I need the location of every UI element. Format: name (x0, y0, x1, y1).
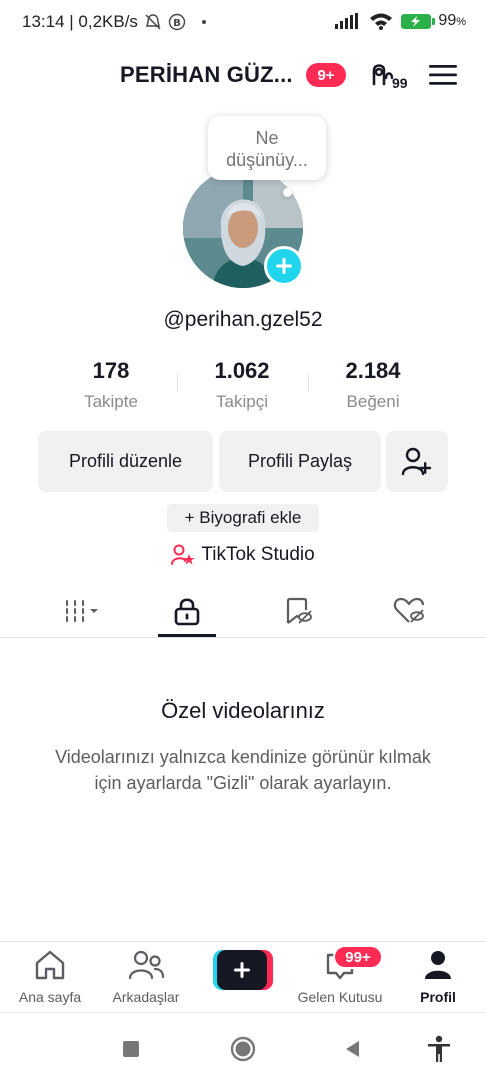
menu-icon[interactable] (428, 62, 458, 88)
profile-name-switcher[interactable]: PERİHAN GÜZ... (120, 62, 293, 88)
nav-inbox-label: Gelen Kutusu (297, 989, 383, 1005)
back-triangle-icon (346, 1041, 359, 1057)
accessibility-icon (428, 1035, 450, 1062)
b-circle-icon: B (168, 13, 186, 31)
add-avatar-button[interactable] (264, 246, 304, 286)
nav-friends[interactable]: Arkadaşlar (96, 948, 196, 1008)
friends-nav-icon (128, 950, 164, 980)
create-plus-icon (213, 950, 273, 990)
dot-icon (201, 20, 206, 24)
profile-stats: 178 Takipte 1.062 Takipçi 2.184 Beğeni (0, 358, 486, 418)
back-button[interactable] (338, 1035, 368, 1063)
alarm-off-icon (145, 14, 161, 30)
friends-count: 99 (392, 75, 408, 91)
status-left: 13:14 | 0,2KB/s B (22, 12, 206, 32)
battery-indicator: 99% (401, 12, 466, 30)
liked-icon (393, 597, 425, 623)
add-friends-button[interactable] (386, 431, 448, 492)
home-icon (35, 950, 65, 980)
grid-icon (66, 600, 98, 622)
stat-following-value: 178 (92, 358, 130, 383)
create-button[interactable] (213, 950, 273, 990)
note-bubble-line1: Ne (255, 128, 279, 148)
add-user-icon (401, 447, 432, 475)
wifi-icon (370, 13, 393, 30)
recents-button[interactable] (116, 1035, 146, 1063)
nav-profile[interactable]: Profil (388, 948, 486, 1008)
stat-following[interactable]: 178 Takipte (46, 358, 176, 412)
tiktok-studio-link[interactable]: TikTok Studio (0, 542, 486, 568)
nav-profile-label: Profil (420, 989, 456, 1005)
friends-icon[interactable]: 99 (368, 58, 414, 92)
battery-unit: % (456, 16, 466, 28)
username[interactable]: @perihan.gzel52 (0, 308, 486, 332)
lock-icon (174, 598, 200, 626)
nav-friends-label: Arkadaşlar (112, 989, 180, 1005)
tiktok-studio-label: TikTok Studio (201, 544, 315, 565)
battery-icon (401, 13, 432, 29)
note-bubble-line2: düşünüy... (226, 150, 308, 170)
system-nav-bar (0, 1012, 486, 1080)
status-time-info: 13:14 | 0,2KB/s (22, 12, 138, 31)
nav-home-label: Ana sayfa (18, 989, 82, 1005)
stat-followers[interactable]: 1.062 Takipçi (177, 358, 307, 412)
edit-profile-button[interactable]: Profili düzenle (38, 431, 213, 492)
accessibility-button[interactable] (424, 1035, 454, 1063)
share-profile-button[interactable]: Profili Paylaş (219, 431, 381, 492)
tab-liked[interactable] (364, 585, 454, 637)
stat-following-label: Takipte (84, 392, 138, 411)
nav-home[interactable]: Ana sayfa (0, 948, 100, 1008)
status-right: 99% (335, 12, 466, 30)
active-tab-indicator (158, 634, 216, 637)
profile-header: PERİHAN GÜZ... 9+ 99 (0, 56, 486, 96)
content-tabs (0, 585, 486, 638)
tab-saved[interactable] (253, 585, 343, 637)
stat-likes-value: 2.184 (345, 358, 401, 383)
stat-followers-label: Takipçi (216, 392, 268, 411)
tab-private[interactable] (142, 585, 232, 637)
home-system-button[interactable] (228, 1035, 258, 1063)
note-bubble[interactable]: Ne düşünüy... (208, 116, 326, 180)
studio-icon (171, 544, 195, 565)
status-bar: 13:14 | 0,2KB/s B 99% (0, 0, 486, 44)
bookmark-icon (286, 597, 312, 624)
empty-state-description: Videolarınızı yalnızca kendinize görünür… (55, 747, 431, 793)
profile-icon (425, 951, 451, 979)
note-bubble-dot (283, 188, 292, 197)
tab-videos[interactable] (38, 585, 128, 637)
battery-percent: 99 (438, 12, 457, 29)
empty-state-title: Özel videolarınız (161, 698, 325, 723)
svg-text:B: B (173, 18, 181, 29)
stat-likes-label: Beğeni (346, 392, 400, 411)
plus-icon (276, 258, 292, 274)
stat-followers-value: 1.062 (214, 358, 270, 383)
signal-icon (335, 13, 359, 29)
circle-icon (230, 1036, 256, 1062)
square-icon (123, 1041, 139, 1057)
add-bio-button[interactable]: + Biyografi ekle (167, 504, 319, 532)
account-notification-badge[interactable]: 9+ (306, 63, 346, 87)
stat-likes[interactable]: 2.184 Beğeni (308, 358, 438, 412)
inbox-badge: 99+ (333, 945, 383, 969)
